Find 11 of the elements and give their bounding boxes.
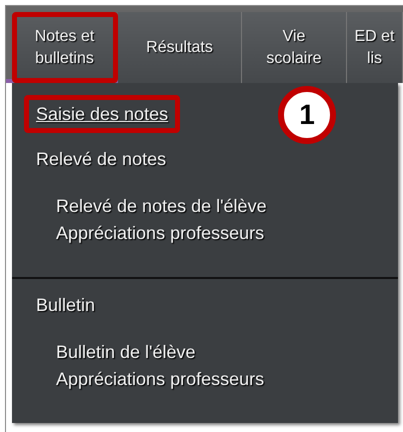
menu-tab[interactable]: Résultats: [118, 12, 242, 83]
menu-item[interactable]: Appréciations professeurs: [56, 366, 264, 393]
menu-heading[interactable]: Bulletin: [36, 293, 398, 317]
menu-tab[interactable]: ED et lis: [347, 12, 403, 83]
menu-tab[interactable]: Vie scolaire: [242, 12, 347, 83]
menu-link[interactable]: Saisie des notes: [24, 95, 180, 133]
menu-item[interactable]: Appréciations professeurs: [56, 220, 264, 247]
menu-heading[interactable]: Relevé de notes: [36, 147, 398, 171]
menu-item[interactable]: Relevé de notes de l'élève: [56, 193, 267, 220]
menu-tab[interactable]: Notes et bulletins: [12, 12, 118, 83]
menu-item[interactable]: Bulletin de l'élève: [56, 339, 196, 366]
